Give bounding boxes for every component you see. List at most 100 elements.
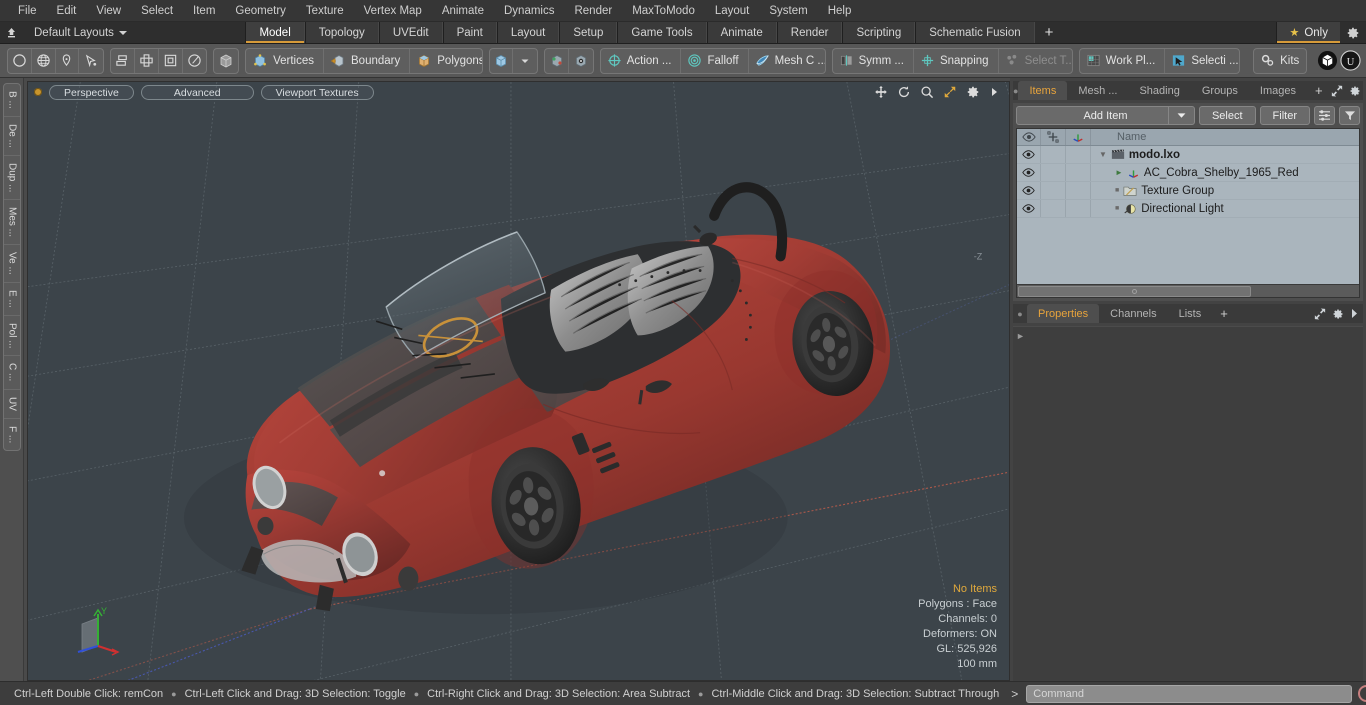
add-panel-tab-button[interactable]: + [1307, 81, 1331, 100]
sphere-icon[interactable] [183, 49, 207, 73]
cube-icon[interactable] [214, 49, 238, 73]
cube-green-icon[interactable] [545, 48, 569, 73]
tab-channels[interactable]: Channels [1099, 304, 1167, 323]
items-tree-row-texture-group[interactable]: ■ Texture Group [1091, 185, 1359, 197]
kits-button[interactable]: Kits [1254, 49, 1306, 73]
menu-item-view[interactable]: View [86, 0, 131, 22]
tab-mesh[interactable]: Mesh ... [1067, 81, 1128, 100]
add-item-button[interactable]: Add Item [1016, 106, 1195, 125]
left-tab-fusion[interactable]: F ... [4, 419, 20, 450]
cube-blue-icon[interactable] [569, 49, 593, 73]
layout-selector[interactable]: Default Layouts [22, 22, 139, 43]
properties-menu-dot-icon[interactable]: ● [1013, 304, 1027, 323]
properties-panel-body[interactable]: ► [1013, 326, 1363, 681]
left-tab-deform[interactable]: De ... [3, 117, 20, 156]
layout-tab-render[interactable]: Render [776, 22, 843, 43]
add-properties-tab-button[interactable]: + [1212, 304, 1236, 323]
menu-item-render[interactable]: Render [564, 0, 622, 22]
menu-item-geometry[interactable]: Geometry [225, 0, 296, 22]
command-record-icon[interactable] [1358, 685, 1366, 702]
menu-item-edit[interactable]: Edit [47, 0, 87, 22]
items-tree-row-directional-light[interactable]: ■ Directional Light [1091, 203, 1359, 215]
left-tab-curve[interactable]: C ... [3, 356, 20, 390]
tab-lists[interactable]: Lists [1168, 304, 1213, 323]
left-tab-duplicate[interactable]: Dup ... [3, 156, 20, 201]
row-visibility-eye-icon[interactable] [1017, 146, 1041, 163]
layout-tab-paint[interactable]: Paint [442, 22, 497, 43]
cube-dropdown-icon[interactable] [490, 48, 514, 73]
menu-item-vertex-map[interactable]: Vertex Map [354, 0, 432, 22]
add-layout-tab-button[interactable]: + [1034, 22, 1064, 43]
table-row[interactable]: ■ Directional Light [1017, 200, 1359, 218]
viewport-textures-button[interactable]: Viewport Textures [260, 84, 374, 100]
menu-item-system[interactable]: System [759, 0, 817, 22]
menu-item-layout[interactable]: Layout [705, 0, 760, 22]
viewport-3d[interactable]: -Z Perspective Advanced Viewport Texture… [27, 81, 1010, 681]
gear-icon[interactable] [966, 85, 980, 99]
move-icon[interactable] [874, 85, 888, 99]
selection-mode-vertices[interactable]: Vertices [246, 48, 325, 73]
table-row[interactable]: ▼ modo.lxo [1017, 146, 1359, 164]
left-tab-edge[interactable]: E ... [3, 283, 20, 316]
layout-settings-gear-icon[interactable] [1340, 22, 1366, 43]
table-row[interactable]: ■ Texture Group [1017, 182, 1359, 200]
layout-tab-layout[interactable]: Layout [496, 22, 560, 43]
layout-tab-game-tools[interactable]: Game Tools [617, 22, 707, 43]
layout-tab-schematic-fusion[interactable]: Schematic Fusion [915, 22, 1035, 43]
layout-tab-scripting[interactable]: Scripting [842, 22, 916, 43]
workplane-button[interactable]: Work Pl... [1080, 48, 1166, 73]
properties-expand-icon[interactable] [1314, 308, 1326, 320]
mesh-constraint-button[interactable]: Mesh C ... [749, 49, 825, 73]
app-home-icon[interactable] [0, 22, 22, 43]
pen-tablet-icon[interactable] [79, 49, 103, 73]
falloff-button[interactable]: Falloff [681, 48, 749, 73]
viewport-shading-button[interactable]: Advanced [140, 84, 254, 100]
items-tree-hscroll-thumb[interactable] [1018, 285, 1251, 297]
expand-triangle-down-icon[interactable]: ▼ [1099, 150, 1107, 159]
align-icon[interactable] [111, 48, 135, 73]
globe-icon[interactable] [32, 48, 56, 73]
menu-item-file[interactable]: File [8, 0, 47, 22]
menu-item-help[interactable]: Help [818, 0, 862, 22]
square-outline-icon[interactable] [159, 48, 183, 73]
layout-tab-animate[interactable]: Animate [706, 22, 777, 43]
properties-gear-icon[interactable] [1332, 308, 1344, 320]
items-panel-gear-icon[interactable] [1349, 85, 1361, 97]
rotate-icon[interactable] [897, 85, 911, 99]
row-visibility-eye-icon[interactable] [1017, 182, 1041, 199]
pen-icon[interactable] [56, 48, 80, 73]
layout-tab-uvedit[interactable]: UVEdit [378, 22, 443, 43]
tab-shading[interactable]: Shading [1128, 81, 1190, 100]
left-tab-uv[interactable]: UV [3, 390, 20, 419]
select-through-button[interactable]: Select T... [999, 49, 1072, 73]
menu-item-dynamics[interactable]: Dynamics [494, 0, 564, 22]
modo-badge-icon[interactable] [1316, 49, 1339, 73]
left-tab-basic[interactable]: B ... [3, 84, 20, 117]
row-visibility-eye-icon[interactable] [1017, 164, 1041, 181]
menu-item-texture[interactable]: Texture [296, 0, 354, 22]
tab-properties[interactable]: Properties [1027, 304, 1100, 323]
left-tab-mesh[interactable]: Mes ... [3, 200, 20, 246]
layout-tab-setup[interactable]: Setup [559, 22, 618, 43]
items-tree-row-scene[interactable]: ▼ modo.lxo [1091, 149, 1359, 161]
fit-icon[interactable] [943, 85, 957, 99]
menu-item-animate[interactable]: Animate [432, 0, 494, 22]
items-tree-empty-area[interactable] [1017, 218, 1359, 284]
items-tree[interactable]: Name ▼ modo.lxo ► AC_Cobra_Shelby_1965_R… [1016, 128, 1360, 298]
sort-options-icon[interactable] [1314, 106, 1335, 125]
tab-items[interactable]: Items [1018, 81, 1068, 100]
properties-collapse-chevron-icon[interactable]: ► [1016, 331, 1025, 341]
menu-item-maxtomodo[interactable]: MaxToModo [622, 0, 705, 22]
expand-panel-icon[interactable] [1331, 85, 1343, 97]
chevron-right-icon[interactable] [989, 86, 999, 98]
left-tab-vertex[interactable]: Ve ... [3, 245, 20, 283]
selection-mode-polygons[interactable]: Polygons [410, 49, 482, 73]
expand-triangle-right-icon[interactable]: ► [1115, 168, 1123, 177]
unreal-badge-icon[interactable]: U [1339, 49, 1362, 73]
properties-chevron-right-icon[interactable] [1350, 308, 1359, 319]
center-icon[interactable] [135, 48, 159, 73]
left-tab-polygon[interactable]: Pol ... [3, 316, 20, 357]
selection-mode-chevron-down-icon[interactable] [513, 49, 537, 73]
filter-button[interactable]: Filter [1259, 106, 1310, 125]
filter-funnel-icon[interactable] [1339, 106, 1360, 125]
